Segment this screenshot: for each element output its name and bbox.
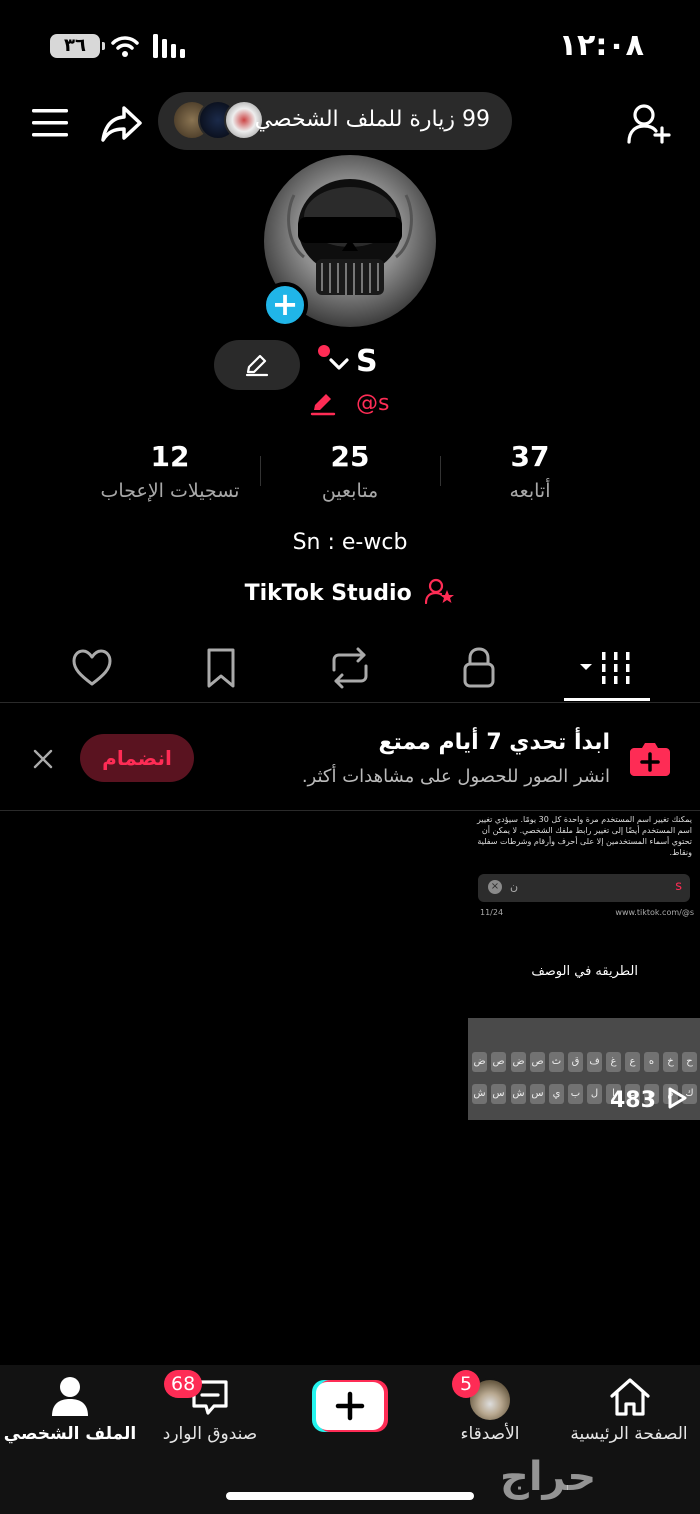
keyboard-key: س xyxy=(491,1084,506,1104)
keyboard-key: ح xyxy=(682,1052,697,1072)
person-icon xyxy=(52,1377,88,1416)
tiktok-studio-link[interactable]: TikTok Studio xyxy=(0,578,700,606)
likes-count[interactable]: 12 xyxy=(110,440,230,473)
inbox-badge: 68 xyxy=(164,1370,203,1398)
active-tab-indicator xyxy=(564,698,650,701)
thumbnail-char-count: 11/24 xyxy=(480,908,504,917)
view-count-value: 483 xyxy=(610,1088,656,1113)
nav-profile-label: الملف الشخصي xyxy=(3,1424,137,1444)
challenge-title: ابدأ تحدي 7 أيام ممتع xyxy=(378,730,610,755)
edit-profile-button[interactable] xyxy=(214,340,300,390)
keyboard-key: ه xyxy=(644,1052,659,1072)
followers-count[interactable]: 25 xyxy=(290,440,410,473)
close-icon[interactable] xyxy=(32,748,54,770)
add-story-button[interactable]: + xyxy=(262,282,308,328)
likes-label: تسجيلات الإعجاب xyxy=(100,480,240,502)
home-indicator xyxy=(226,1492,474,1500)
nav-home-label: الصفحة الرئيسية xyxy=(570,1424,688,1444)
challenge-subtitle: انشر الصور للحصول على مشاهدات أكثر. xyxy=(301,766,610,787)
profile-visits-label: 99 زيارة للملف الشخصي xyxy=(254,107,490,132)
share-icon[interactable] xyxy=(100,104,144,144)
tab-reposts[interactable] xyxy=(320,646,380,690)
friends-badge: 5 xyxy=(452,1370,480,1398)
keyboard-key: ف xyxy=(587,1052,602,1072)
profile-name: S xyxy=(356,344,378,379)
thumbnail-caption: الطريقه في الوصف xyxy=(531,964,638,979)
keyboard-key: ي xyxy=(549,1084,564,1104)
keyboard-key: ض xyxy=(472,1052,487,1072)
tab-videos[interactable] xyxy=(576,646,636,690)
repost-icon xyxy=(332,647,368,689)
create-button[interactable] xyxy=(312,1380,388,1432)
thumbnail-text: يمكنك تغيير اسم المستخدم مرة واحدة كل 30… xyxy=(477,815,692,857)
tab-favorites[interactable] xyxy=(191,646,251,690)
add-friend-icon[interactable] xyxy=(626,102,672,146)
profile-visits-pill[interactable]: 99 زيارة للملف الشخصي xyxy=(158,92,512,150)
following-label: أتابعه xyxy=(509,480,551,502)
nav-friends-label: الأصدقاء xyxy=(460,1424,520,1444)
wifi-icon xyxy=(111,36,139,57)
creator-icon xyxy=(425,578,455,605)
lock-icon xyxy=(463,647,495,688)
following-count[interactable]: 37 xyxy=(470,440,590,473)
profile-handle: @s xyxy=(356,391,390,416)
keyboard-key: ع xyxy=(625,1052,640,1072)
tiktok-studio-label: TikTok Studio xyxy=(244,581,412,606)
keyboard-key: ص xyxy=(491,1052,506,1072)
tab-private[interactable] xyxy=(449,646,509,690)
haraj-watermark: حراج xyxy=(500,1454,597,1500)
heart-icon xyxy=(72,649,112,686)
edit-handle-icon[interactable] xyxy=(310,392,336,416)
view-count: 483 xyxy=(610,1086,688,1113)
pencil-icon xyxy=(245,354,269,377)
nav-inbox-label: صندوق الوارد xyxy=(162,1424,258,1444)
tab-liked[interactable] xyxy=(62,646,122,690)
bookmark-icon xyxy=(207,648,235,688)
keyboard-key: س xyxy=(530,1084,545,1104)
banner-divider xyxy=(0,810,700,811)
thumbnail-url: www.tiktok.com/@s xyxy=(615,908,694,917)
keyboard-key: ض xyxy=(511,1052,526,1072)
play-icon xyxy=(668,1087,687,1109)
keyboard-key: ق xyxy=(568,1052,583,1072)
keyboard-key: ص xyxy=(530,1052,545,1072)
home-icon xyxy=(610,1378,650,1416)
followers-label: متابعين xyxy=(321,480,379,502)
keyboard-key: ث xyxy=(549,1052,564,1072)
signal-icon xyxy=(153,34,185,58)
keyboard-key: ب xyxy=(568,1084,583,1104)
profile-bio: Sn : e-wcb xyxy=(292,530,408,555)
grid-icon xyxy=(580,652,630,684)
keyboard-key: غ xyxy=(606,1052,621,1072)
battery-icon: ٣٦ xyxy=(50,34,105,58)
keyboard-key: ش xyxy=(511,1084,526,1104)
chevron-down-icon[interactable] xyxy=(328,356,350,372)
status-time: ١٢:٠٨ xyxy=(558,28,644,63)
keyboard-key: ل xyxy=(587,1084,602,1104)
menu-icon[interactable] xyxy=(32,108,70,138)
tab-divider xyxy=(0,702,700,703)
keyboard-key: خ xyxy=(663,1052,678,1072)
keyboard-key: ش xyxy=(472,1084,487,1104)
join-challenge-button[interactable]: انضمام xyxy=(80,734,194,782)
video-thumbnail[interactable]: يمكنك تغيير اسم المستخدم مرة واحدة كل 30… xyxy=(468,814,700,1120)
thumbnail-username-field: s × ن xyxy=(478,874,690,902)
photo-challenge-icon xyxy=(630,743,670,776)
